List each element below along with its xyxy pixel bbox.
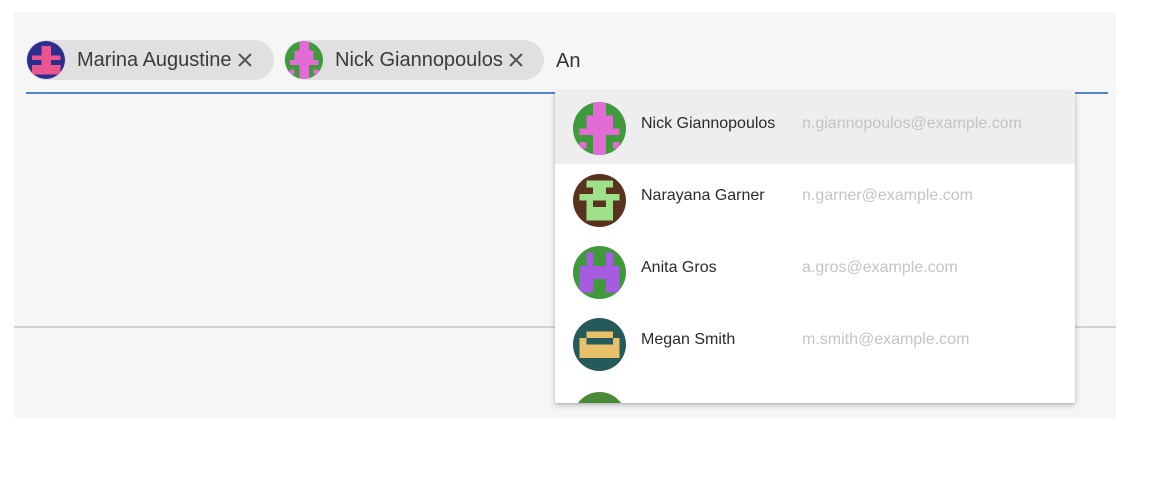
chip-nick-giannopoulos[interactable]: Nick Giannopoulos (284, 40, 544, 80)
suggestion-name: Nick Giannopoulos (641, 115, 776, 132)
suggestion-email: a.gros@example.com (802, 259, 958, 276)
suggestion-item[interactable]: Megan Smith m.smith@example.com (555, 308, 1075, 380)
suggestion-email: n.giannopoulos@example.com (802, 115, 1022, 132)
pixel-avatar-icon (285, 41, 323, 79)
close-icon[interactable] (505, 49, 527, 71)
close-icon[interactable] (234, 49, 256, 71)
partial-avatar (573, 392, 626, 403)
suggestion-item[interactable]: Narayana Garner n.garner@example.com (555, 164, 1075, 236)
suggestion-email: m.smith@example.com (802, 331, 970, 348)
chip-label: Nick Giannopoulos (335, 48, 503, 71)
pixel-avatar-icon (573, 102, 626, 155)
pixel-avatar-icon (573, 174, 626, 227)
cut-off-text-fragment (470, 418, 610, 430)
suggestion-email: n.garner@example.com (802, 187, 973, 204)
pixel-avatar-icon (573, 318, 626, 371)
pixel-avatar-icon (573, 246, 626, 299)
chips-text-input[interactable] (554, 46, 756, 76)
suggestion-name: Anita Gros (641, 259, 717, 276)
chip-label: Marina Augustine (77, 48, 232, 71)
pixel-avatar-icon (27, 41, 65, 79)
suggestion-name: Narayana Garner (641, 187, 765, 204)
chip-marina-augustine[interactable]: Marina Augustine (26, 40, 274, 80)
suggestion-item[interactable]: Anita Gros a.gros@example.com (555, 236, 1075, 308)
suggestion-name: Megan Smith (641, 331, 736, 348)
autocomplete-dropdown: Nick Giannopoulos n.giannopoulos@example… (555, 92, 1075, 403)
suggestion-item[interactable]: Nick Giannopoulos n.giannopoulos@example… (555, 92, 1075, 164)
